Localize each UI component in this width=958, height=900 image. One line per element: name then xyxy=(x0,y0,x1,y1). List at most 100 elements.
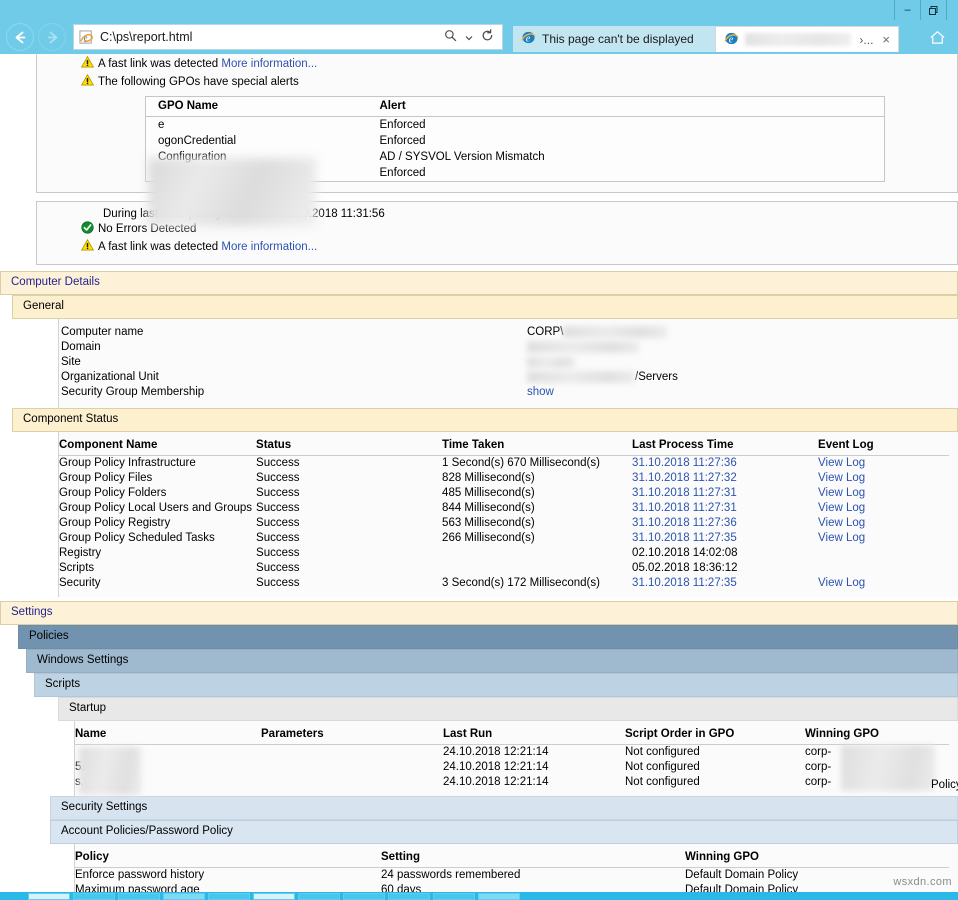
section-header-windows-settings[interactable]: Windows Settings xyxy=(26,649,958,673)
cell-time-taken xyxy=(442,561,632,576)
tab-strip: e This page can't be displayed e ›... × xyxy=(513,22,899,52)
cell-last-process-time[interactable]: 31.10.2018 11:27:31 xyxy=(632,486,818,501)
tab-page-cannot-be-displayed[interactable]: e This page can't be displayed xyxy=(513,26,715,52)
taskbar-item[interactable] xyxy=(343,893,385,900)
cell-component-name: Group Policy Local Users and Groups xyxy=(59,501,256,516)
taskbar-item[interactable] xyxy=(298,893,340,900)
section-header-policies[interactable]: Policies xyxy=(18,625,958,649)
cell-gpo-name: Configuration xyxy=(146,149,368,165)
cell-event-log[interactable]: View Log xyxy=(818,531,949,546)
cell-status: Success xyxy=(256,501,442,516)
cell-last-process-time[interactable]: 31.10.2018 11:27:36 xyxy=(632,456,818,472)
home-button[interactable] xyxy=(923,22,952,52)
taskbar-item[interactable] xyxy=(433,893,475,900)
taskbar-item[interactable] xyxy=(163,893,205,900)
section-header-settings[interactable]: Settings xyxy=(0,601,958,625)
cell-event-log[interactable]: View Log xyxy=(818,516,949,531)
cell-last-process-time[interactable]: 31.10.2018 11:27:35 xyxy=(632,531,818,546)
value-domain xyxy=(527,340,678,355)
cell-event-log[interactable]: View Log xyxy=(818,576,949,591)
column-header-setting: Setting xyxy=(381,848,685,868)
heading-bold: user policy xyxy=(161,208,222,220)
column-header-event-log: Event Log xyxy=(818,436,949,456)
show-link[interactable]: show xyxy=(527,386,554,398)
cell-script-order: Not configured xyxy=(625,760,805,775)
tab-title-redacted xyxy=(745,33,851,46)
more-information-link[interactable]: More information... xyxy=(221,241,317,253)
title-bar: – xyxy=(0,0,958,20)
tab-active-report[interactable]: e ›... × xyxy=(715,26,899,52)
cell-alert: AD / SYSVOL Version Mismatch xyxy=(368,149,885,165)
refresh-icon[interactable] xyxy=(481,29,494,45)
chevron-down-icon[interactable] xyxy=(465,30,473,45)
table-header-row: Name Parameters Last Run Script Order in… xyxy=(75,725,949,745)
taskbar-item[interactable] xyxy=(478,893,520,900)
section-header-startup[interactable]: Startup xyxy=(58,697,958,721)
redaction-block xyxy=(527,357,575,368)
restore-button[interactable] xyxy=(920,0,946,20)
section-header-account-policies-password-policy[interactable]: Account Policies/Password Policy xyxy=(50,820,958,844)
cell-last-process-time: 02.10.2018 14:02:08 xyxy=(632,546,818,561)
table-row: Scripts Success 05.02.2018 18:36:12 xyxy=(59,561,949,576)
cell-last-process-time[interactable]: 31.10.2018 11:27:32 xyxy=(632,471,818,486)
label-site: Site xyxy=(59,355,527,370)
cell-time-taken: 563 Millisecond(s) xyxy=(442,516,632,531)
cell-parameters xyxy=(261,760,443,775)
label-domain: Domain xyxy=(59,340,527,355)
cell-event-log[interactable]: View Log xyxy=(818,501,949,516)
more-information-link[interactable]: More information... xyxy=(221,58,317,70)
column-header-last-run: Last Run xyxy=(443,725,625,745)
table-row: Group Policy Local Users and Groups Succ… xyxy=(59,501,949,516)
taskbar-item[interactable] xyxy=(118,893,160,900)
close-button[interactable] xyxy=(946,0,958,20)
svg-text:e: e xyxy=(84,32,88,42)
close-tab-icon[interactable]: × xyxy=(879,32,890,47)
section-header-computer-details[interactable]: Computer Details xyxy=(0,271,958,295)
page-viewport: A fast link was detected More informatio… xyxy=(0,54,958,892)
taskbar-item[interactable] xyxy=(73,893,115,900)
minimize-button[interactable]: – xyxy=(894,0,920,20)
cell-event-log xyxy=(818,546,949,561)
section-header-security-settings[interactable]: Security Settings xyxy=(50,796,958,820)
message-body: A fast link was detected xyxy=(98,58,221,70)
column-header-time-taken: Time Taken xyxy=(442,436,632,456)
cell-policy: Enforce password history xyxy=(75,868,381,884)
message-row: No Errors Detected xyxy=(37,220,957,238)
cell-last-run: 24.10.2018 12:21:14 xyxy=(443,775,625,790)
taskbar-item[interactable] xyxy=(208,893,250,900)
cell-script-order: Not configured xyxy=(625,745,805,761)
cell-last-process-time[interactable]: 31.10.2018 11:27:36 xyxy=(632,516,818,531)
cell-parameters xyxy=(261,745,443,761)
label-organizational-unit: Organizational Unit xyxy=(59,370,527,385)
section-header-scripts[interactable]: Scripts xyxy=(34,673,958,697)
column-header-alert: Alert xyxy=(368,97,885,117)
search-icon[interactable] xyxy=(444,29,457,45)
computer-policy-messages-block: A fast link was detected More informatio… xyxy=(36,54,958,193)
gpo-prefix-text: corp- xyxy=(805,776,831,788)
startup-scripts-table: Name Parameters Last Run Script Order in… xyxy=(75,725,949,790)
address-bar[interactable]: e C:\ps\report.html xyxy=(73,24,503,50)
cell-last-process-time[interactable]: 31.10.2018 11:27:31 xyxy=(632,501,818,516)
cell-event-log[interactable]: View Log xyxy=(818,486,949,501)
warning-icon xyxy=(76,56,98,68)
table-row: Enforced xyxy=(146,165,885,182)
user-policy-block: During last user policy refresh on 31.10… xyxy=(36,201,958,265)
cell-alert: Enforced xyxy=(368,117,885,134)
table-header-row: GPO Name Alert xyxy=(146,97,885,117)
taskbar-item[interactable] xyxy=(253,893,295,900)
cell-setting: 60 days xyxy=(381,883,685,892)
cell-event-log[interactable]: View Log xyxy=(818,471,949,486)
tab-label: This page can't be displayed xyxy=(542,32,694,46)
section-header-component-status[interactable]: Component Status xyxy=(12,408,958,432)
cell-component-name: Security xyxy=(59,576,256,591)
startup-scripts-wrapper: Name Parameters Last Run Script Order in… xyxy=(74,721,958,796)
section-header-general[interactable]: General xyxy=(12,295,958,319)
cell-event-log[interactable]: View Log xyxy=(818,456,949,472)
forward-button[interactable] xyxy=(38,23,66,51)
taskbar-item[interactable] xyxy=(28,893,70,900)
taskbar-item[interactable] xyxy=(388,893,430,900)
table-row: Configuration AD / SYSVOL Version Mismat… xyxy=(146,149,885,165)
back-button[interactable] xyxy=(6,23,34,51)
minimize-icon: – xyxy=(904,5,910,16)
cell-last-process-time[interactable]: 31.10.2018 11:27:35 xyxy=(632,576,818,591)
